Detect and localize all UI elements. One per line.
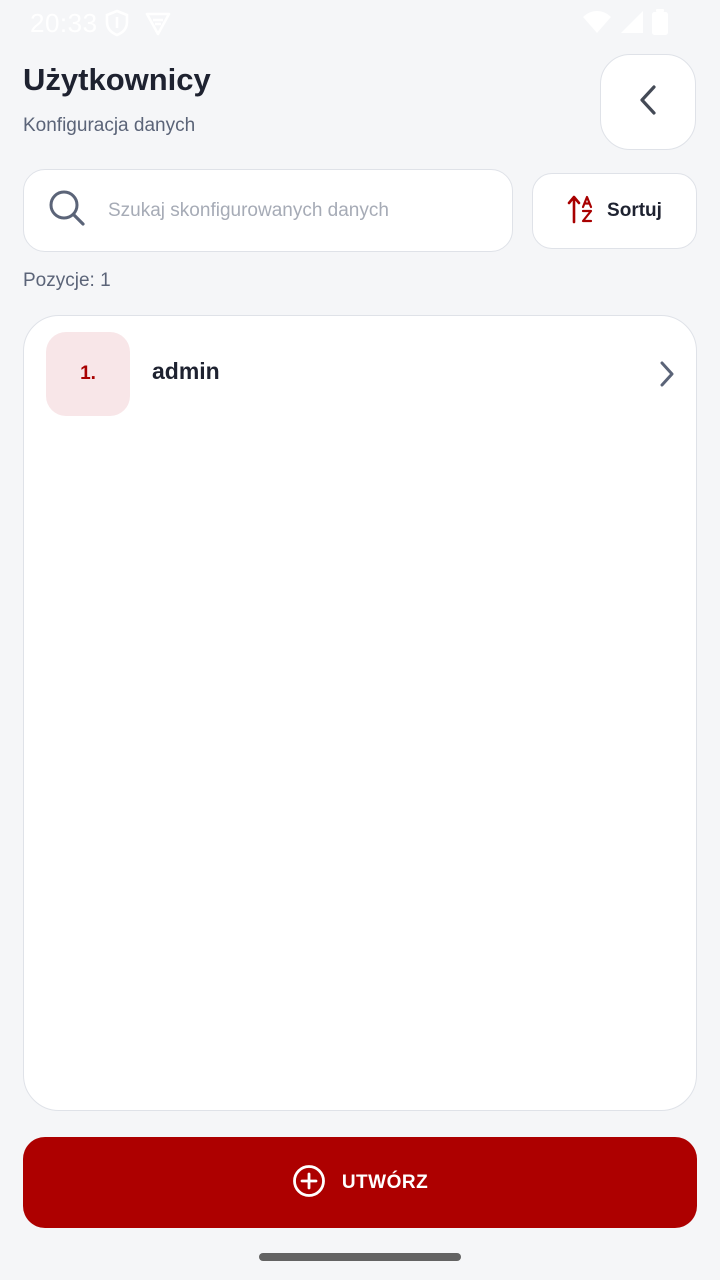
sort-label: Sortuj — [607, 200, 662, 221]
shield-icon — [104, 9, 130, 42]
wifi-icon — [582, 10, 612, 39]
home-indicator[interactable] — [259, 1253, 461, 1261]
plus-circle-icon — [292, 1164, 326, 1201]
create-button[interactable]: UTWÓRZ — [23, 1137, 697, 1228]
vpn-icon — [144, 9, 172, 42]
search-box[interactable] — [23, 169, 513, 252]
signal-icon — [620, 10, 644, 39]
users-screen: 20:33 Użytkownicy Konfiguracja danych Sz… — [0, 0, 720, 1280]
item-count: Pozycje: 1 — [23, 270, 111, 291]
index-badge: 1. — [46, 332, 130, 416]
sort-az-icon — [567, 194, 597, 229]
search-icon — [48, 189, 86, 232]
chevron-right-icon — [658, 360, 676, 393]
search-input[interactable] — [108, 199, 468, 222]
battery-icon — [652, 9, 668, 40]
create-label: UTWÓRZ — [341, 1171, 429, 1193]
status-left-icons — [104, 9, 172, 42]
users-list: 1. admin — [23, 315, 697, 1111]
list-item[interactable]: 1. admin — [46, 332, 676, 416]
user-name: admin — [152, 358, 220, 384]
sort-button[interactable]: Sortuj — [532, 173, 697, 249]
page-title: Użytkownicy — [23, 62, 211, 97]
chevron-left-icon — [637, 84, 659, 121]
status-bar: 20:33 — [0, 0, 720, 44]
back-button[interactable] — [600, 54, 696, 150]
status-time: 20:33 — [30, 8, 98, 38]
page-subtitle: Konfiguracja danych — [23, 115, 196, 136]
status-right-icons — [582, 9, 668, 40]
